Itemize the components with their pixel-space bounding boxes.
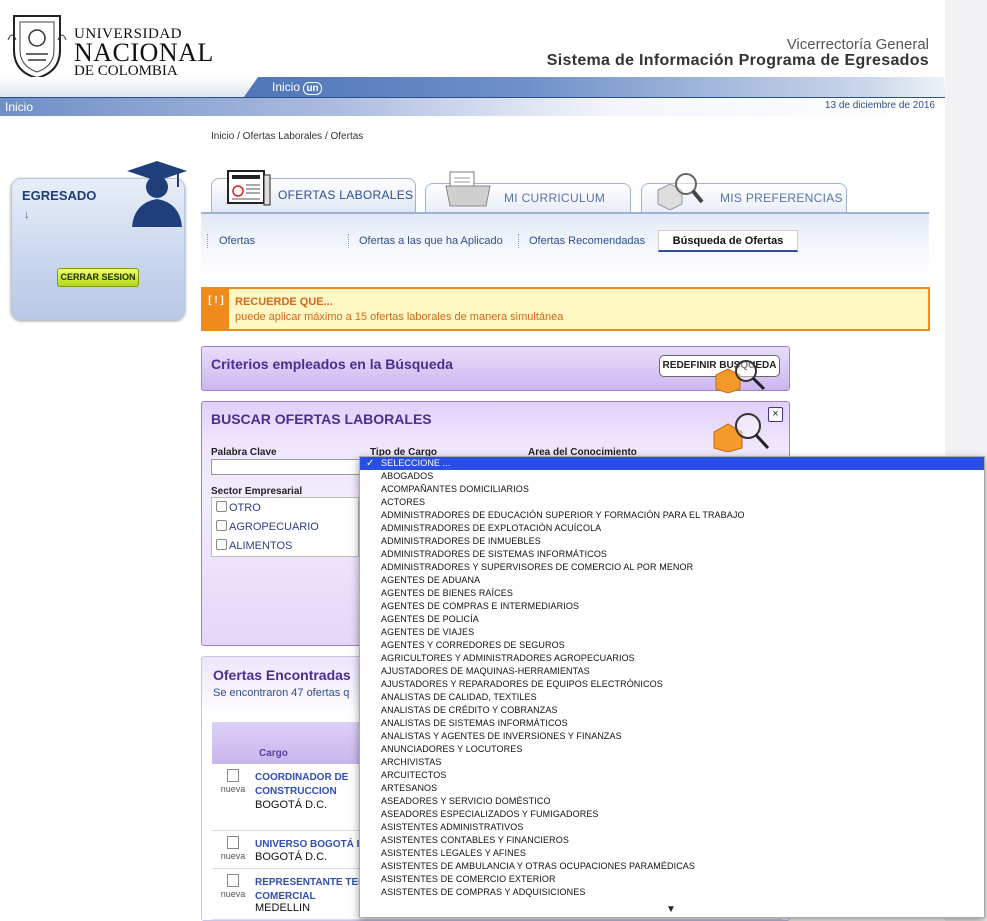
university-logo[interactable]: UNIVERSIDAD NACIONAL DE COLOMBIA (6, 8, 213, 84)
warning-icon: [ ! ] (203, 289, 229, 329)
dropdown-option[interactable]: ANUNCIADORES Y LOCUTORES (360, 743, 984, 756)
magnifier-box-icon (657, 173, 704, 210)
dropdown-option[interactable]: ASISTENTES CONTABLES Y FINANCIEROS (360, 834, 984, 847)
palabra-clave-label: Palabra Clave (211, 447, 277, 458)
system-title: Sistema de Información Programa de Egres… (546, 52, 929, 69)
new-offer-icon: nueva (220, 836, 246, 861)
sector-list[interactable]: OTRO AGROPECUARIO ALIMENTOS (211, 497, 359, 557)
dropdown-option[interactable]: AGENTES DE COMPRAS E INTERMEDIARIOS (360, 600, 984, 613)
current-date: 13 de diciembre de 2016 (824, 100, 935, 111)
egresado-panel: EGRESADO ↓ CERRAR SESION (11, 161, 187, 320)
tab-curriculum-label: MI CURRICULUM (504, 191, 606, 205)
alert-title: RECUERDE QUE... (235, 296, 333, 308)
dropdown-option[interactable]: ASISTENTES LEGALES Y AFINES (360, 847, 984, 860)
dropdown-option[interactable]: ADMINISTRADORES Y SUPERVISORES DE COMERC… (360, 561, 984, 574)
dropdown-option[interactable]: AGENTES Y CORREDORES DE SEGUROS (360, 639, 984, 652)
separator (207, 234, 208, 248)
home-link[interactable]: Inicio (5, 100, 33, 114)
folder-document-icon (445, 171, 491, 207)
dropdown-option[interactable]: ADMINISTRADORES DE EXPLOTACIÓN ACUÍCOLA (360, 522, 984, 535)
sector-checkbox-alimentos[interactable]: ALIMENTOS (216, 539, 292, 552)
tab-preferencias-label: MIS PREFERENCIAS (720, 191, 843, 205)
dropdown-option[interactable]: ADMINISTRADORES DE INMUEBLES (360, 535, 984, 548)
dropdown-option[interactable]: AGENTES DE ADUANA (360, 574, 984, 587)
dropdown-option[interactable]: AGENTES DE POLICÍA (360, 613, 984, 626)
nav-inicio-un[interactable]: Inicio un (244, 77, 944, 97)
criterios-panel: Criterios empleados en la Búsqueda REDEF… (201, 346, 790, 393)
tab-mi-curriculum[interactable]: MI CURRICULUM (425, 171, 631, 212)
subnav-ofertas[interactable]: Ofertas (219, 235, 255, 247)
scroll-down-icon[interactable]: ▼ (666, 904, 676, 915)
dropdown-option[interactable]: AGENTES DE VIAJES (360, 626, 984, 639)
dropdown-option[interactable]: AJUSTADORES Y REPARADORES DE EQUIPOS ELE… (360, 678, 984, 691)
shield-icon (7, 15, 67, 80)
subnav-aplicado[interactable]: Ofertas a las que ha Aplicado (359, 235, 503, 247)
sector-checkbox-otro[interactable]: OTRO (216, 501, 261, 514)
egresado-title: EGRESADO (22, 188, 97, 203)
dropdown-option[interactable]: ABOGADOS (360, 470, 984, 483)
alert-box: [ ! ] RECUERDE QUE... puede aplicar máxi… (201, 287, 930, 331)
dropdown-option[interactable]: ACTORES (360, 496, 984, 509)
tab-mis-preferencias[interactable]: MIS PREFERENCIAS (641, 173, 847, 212)
dropdown-option[interactable]: ANALISTAS DE CALIDAD, TEXTILES (360, 691, 984, 704)
separator (348, 234, 349, 248)
palabra-clave-input[interactable] (211, 459, 361, 475)
dropdown-option[interactable]: SELECCIONE ... (360, 457, 984, 470)
breadcrumb[interactable]: Inicio / Ofertas Laborales / Ofertas (211, 131, 363, 142)
dropdown-option[interactable]: ANALISTAS Y AGENTES DE INVERSIONES Y FIN… (360, 730, 984, 743)
dropdown-option[interactable]: ASEADORES ESPECIALIZADOS Y FUMIGADORES (360, 808, 984, 821)
separator (518, 234, 519, 248)
dropdown-option[interactable]: ASISTENTES DE AMBULANCIA Y OTRAS OCUPACI… (360, 860, 984, 873)
search-box-icon (715, 360, 766, 393)
alert-message: puede aplicar máximo a 15 ofertas labora… (235, 311, 564, 323)
dropdown-option[interactable]: ADMINISTRADORES DE SISTEMAS INFORMÁTICOS (360, 548, 984, 561)
ofertas-summary: Se encontraron 47 ofertas q (213, 687, 350, 699)
offer-city: MEDELLIN (255, 902, 311, 914)
offer-city: BOGOTÁ D.C. (255, 799, 328, 811)
arrow-down-icon[interactable]: ↓ (24, 209, 30, 221)
new-offer-icon: nueva (220, 769, 246, 794)
dropdown-option[interactable]: AGRICULTORES Y ADMINISTRADORES AGROPECUA… (360, 652, 984, 665)
new-offer-icon: nueva (220, 874, 246, 899)
logout-button[interactable]: CERRAR SESION (57, 268, 139, 287)
dropdown-options: SELECCIONE ...ABOGADOSACOMPAÑANTES DOMIC… (360, 457, 984, 899)
un-logo-text: un (303, 82, 322, 95)
search-box-icon (713, 413, 770, 452)
dropdown-option[interactable]: ASISTENTES DE COMERCIO EXTERIOR (360, 873, 984, 886)
tipo-cargo-dropdown[interactable]: SELECCIONE ...ABOGADOSACOMPAÑANTES DOMIC… (359, 456, 985, 918)
column-cargo[interactable]: Cargo (259, 748, 288, 759)
nav-inicio-label: Inicio un (272, 80, 322, 95)
dropdown-option[interactable]: ARTESANOS (360, 782, 984, 795)
buscar-title: BUSCAR OFERTAS LABORALES (211, 411, 432, 427)
criterios-title: Criterios empleados en la Búsqueda (211, 356, 453, 372)
vicerrectoria-label: Vicerrectoría General (786, 36, 929, 53)
dropdown-option[interactable]: ASEADORES Y SERVICIO DOMÉSTICO (360, 795, 984, 808)
dropdown-option[interactable]: ANALISTAS DE SISTEMAS INFORMÁTICOS (360, 717, 984, 730)
newspaper-icon (227, 170, 271, 206)
dropdown-option[interactable]: ASISTENTES DE COMPRAS Y ADQUISICIONES (360, 886, 984, 899)
tab-ofertas-label: OFERTAS LABORALES (278, 188, 414, 202)
dropdown-option[interactable]: ARCUITECTOS (360, 769, 984, 782)
dropdown-option[interactable]: ARCHIVISTAS (360, 756, 984, 769)
dropdown-option[interactable]: AGENTES DE BIENES RAÍCES (360, 587, 984, 600)
sector-empresarial-label: Sector Empresarial (211, 486, 303, 497)
sub-navigation: Ofertas Ofertas a las que ha Aplicado Of… (201, 212, 929, 280)
dropdown-option[interactable]: ASISTENTES ADMINISTRATIVOS (360, 821, 984, 834)
dropdown-option[interactable]: ACOMPAÑANTES DOMICILIARIOS (360, 483, 984, 496)
sector-checkbox-agropecuario[interactable]: AGROPECUARIO (216, 520, 319, 533)
home-bar: Inicio 13 de diciembre de 2016 (0, 97, 945, 116)
subnav-busqueda-active[interactable]: Búsqueda de Ofertas (658, 230, 798, 252)
dropdown-option[interactable]: ANALISTAS DE CRÉDITO Y COBRANZAS (360, 704, 984, 717)
dropdown-option[interactable]: ADMINISTRADORES DE EDUCACIÓN SUPERIOR Y … (360, 509, 984, 522)
offer-city: BOGOTÁ D.C. (255, 851, 328, 863)
graduate-icon (127, 161, 187, 227)
dropdown-option[interactable]: AJUSTADORES DE MAQUINAS-HERRAMIENTAS (360, 665, 984, 678)
subnav-recomendadas[interactable]: Ofertas Recomendadas (529, 235, 645, 247)
tab-ofertas-laborales[interactable]: OFERTAS LABORALES (211, 170, 416, 212)
ofertas-title: Ofertas Encontradas (213, 667, 351, 683)
